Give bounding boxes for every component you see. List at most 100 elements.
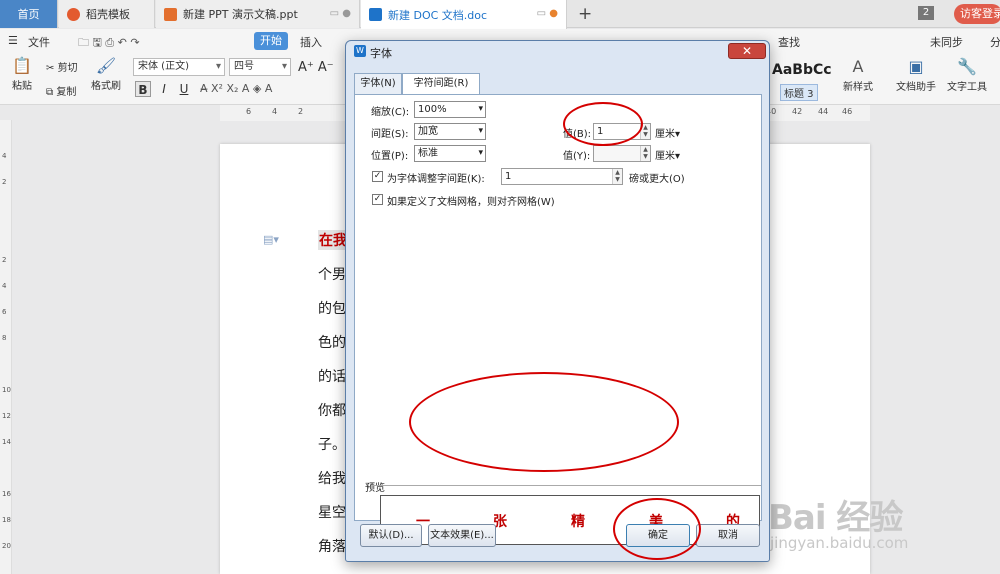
- cancel-button[interactable]: 取消: [696, 524, 760, 547]
- baidu-watermark-url: jingyan.baidu.com: [770, 534, 909, 552]
- spacing-unit[interactable]: 厘米▾: [655, 125, 680, 140]
- doc-line[interactable]: 角落: [318, 536, 346, 556]
- doc-line[interactable]: 的话: [318, 366, 346, 386]
- kerning-input[interactable]: 1 ▲ ▼: [501, 168, 623, 185]
- doc-line[interactable]: 你都: [318, 400, 346, 420]
- font-size-select[interactable]: 四号: [229, 58, 291, 76]
- format-painter-button[interactable]: 🖌 格式刷: [90, 56, 122, 93]
- file-menu[interactable]: 文件: [28, 34, 50, 50]
- doc-line-selected[interactable]: 在我: [318, 230, 348, 250]
- ruler-mark: 18: [2, 516, 11, 524]
- spin-arrows-icon[interactable]: ▲ ▼: [640, 146, 650, 161]
- new-style-icon: A: [852, 57, 864, 76]
- snap-grid-label: 如果定义了文档网格，则对齐网格(W): [387, 197, 555, 208]
- window-count-badge[interactable]: 2: [918, 6, 934, 20]
- spacing-label: 间距(S):: [371, 129, 409, 140]
- ruler-mark: 46: [842, 107, 853, 116]
- underline-button[interactable]: U: [176, 81, 192, 97]
- vertical-ruler[interactable]: 4 2 2 4 6 8 10 12 14 16 18 20: [0, 120, 12, 574]
- position-select[interactable]: 标准: [414, 145, 486, 162]
- new-style-button[interactable]: A 新样式: [838, 57, 878, 94]
- style-heading3[interactable]: 标题 3: [780, 84, 818, 101]
- ruler-mark: 4: [272, 107, 278, 116]
- dialog-title: W 字体: [354, 45, 392, 61]
- ruler-mark: 6: [2, 308, 7, 316]
- tab-start[interactable]: 开始: [254, 32, 288, 50]
- annotation-circle-preview: [409, 372, 679, 472]
- new-style-label: 新样式: [843, 82, 873, 93]
- kerning-value: 1: [505, 171, 512, 182]
- position-amount-input[interactable]: ▲ ▼: [593, 145, 651, 162]
- wps-icon: W: [354, 45, 366, 57]
- tab-bar: 首页 稻壳模板 新建 PPT 演示文稿.ppt ▭ ● 新建 DOC 文档.do…: [0, 0, 1000, 29]
- scale-select[interactable]: 100%: [414, 101, 486, 118]
- quick-access-icons[interactable]: 🗀 🖫 ⎙ ↶ ↷: [78, 34, 140, 53]
- ruler-mark: 2: [2, 256, 7, 264]
- ruler-mark: 14: [2, 438, 11, 446]
- ruler-mark: 2: [2, 178, 7, 186]
- spin-arrows-icon[interactable]: ▲ ▼: [612, 169, 622, 184]
- tab-home[interactable]: 首页: [0, 0, 58, 28]
- hamburger-icon[interactable]: ☰: [8, 34, 18, 47]
- cut-button[interactable]: ✂ 剪切: [46, 59, 86, 74]
- ruler-mark: 20: [2, 542, 11, 550]
- tab-character-spacing[interactable]: 字符间距(R): [402, 73, 480, 95]
- tab-status-icons: ▭ ●: [536, 8, 558, 19]
- format-icons[interactable]: A̶ X² X₂ A ◈ A: [200, 81, 320, 97]
- paste-button[interactable]: 📋 粘贴: [8, 56, 36, 93]
- bold-button[interactable]: B: [135, 81, 151, 97]
- font-dialog: W 字体 ✕ 字体(N) 字符间距(R) 缩放(C): 100% 间距(S): …: [345, 40, 770, 562]
- tab-insert[interactable]: 插入: [300, 34, 322, 50]
- doc-line[interactable]: 色的: [318, 332, 346, 352]
- doc-line[interactable]: 的包: [318, 298, 346, 318]
- tab-status-icons: ▭ ●: [329, 8, 351, 19]
- position-unit[interactable]: 厘米▾: [655, 147, 680, 162]
- default-button[interactable]: 默认(D)...: [360, 524, 422, 547]
- preview-label: 预览: [365, 483, 385, 494]
- grow-font-button[interactable]: A⁺ A⁻: [298, 60, 334, 75]
- ruler-mark: 4: [2, 152, 7, 160]
- ruler-mark: 8: [2, 334, 7, 342]
- italic-button[interactable]: I: [156, 81, 172, 97]
- brush-icon: 🖌: [95, 56, 117, 75]
- visitor-login-button[interactable]: 访客登录: [954, 4, 1000, 24]
- share-button[interactable]: 分: [990, 34, 1000, 50]
- format-painter-label: 格式刷: [91, 81, 121, 92]
- wps-writer-icon: [369, 8, 382, 21]
- tab-font[interactable]: 字体(N): [354, 73, 402, 94]
- tab-docer-templates[interactable]: 稻壳模板: [59, 0, 155, 28]
- doc-line[interactable]: 星空: [318, 502, 346, 522]
- new-tab-button[interactable]: +: [578, 4, 592, 24]
- kerning-checkbox[interactable]: ✓: [372, 171, 383, 182]
- clipboard-icon: 📋: [12, 56, 32, 75]
- doc-assistant-label: 文档助手: [896, 82, 936, 93]
- doc-line[interactable]: 个男: [318, 264, 346, 284]
- kerning-suffix: 磅或更大(O): [629, 174, 685, 185]
- paste-label: 粘贴: [12, 81, 32, 92]
- position-label: 位置(P):: [371, 151, 409, 162]
- spacing-select[interactable]: 加宽: [414, 123, 486, 140]
- preview-divider: [373, 485, 761, 486]
- doc-line[interactable]: 子。: [318, 434, 346, 454]
- copy-button[interactable]: ⧉ 复制: [46, 83, 86, 98]
- doc-assistant-button[interactable]: ▣ 文档助手: [894, 58, 938, 94]
- text-tools-label: 文字工具: [947, 82, 987, 93]
- baidu-watermark: Bai 经验: [768, 498, 903, 538]
- ruler-mark: 4: [2, 282, 7, 290]
- snap-grid-checkbox[interactable]: ✓: [372, 194, 383, 205]
- tab-doc-file[interactable]: 新建 DOC 文档.doc ▭ ●: [361, 0, 567, 29]
- close-icon[interactable]: ✕: [728, 43, 766, 59]
- paragraph-options-icon[interactable]: ▤▾: [263, 233, 279, 246]
- style-preview[interactable]: AaBbCc: [772, 62, 832, 78]
- annotation-circle-ok: [613, 498, 701, 560]
- text-effects-button[interactable]: 文本效果(E)...: [428, 524, 496, 547]
- font-name-select[interactable]: 宋体 (正文): [133, 58, 225, 76]
- tab-ppt-file[interactable]: 新建 PPT 演示文稿.ppt ▭ ●: [156, 0, 360, 28]
- tab-find[interactable]: 查找: [778, 34, 800, 50]
- ruler-mark: 42: [792, 107, 803, 116]
- text-tools-button[interactable]: 🔧 文字工具: [944, 57, 990, 94]
- wrench-icon: 🔧: [957, 57, 977, 76]
- sync-status[interactable]: 未同步: [930, 34, 963, 50]
- kerning-label: 为字体调整字间距(K):: [387, 174, 485, 185]
- doc-line[interactable]: 给我: [318, 468, 346, 488]
